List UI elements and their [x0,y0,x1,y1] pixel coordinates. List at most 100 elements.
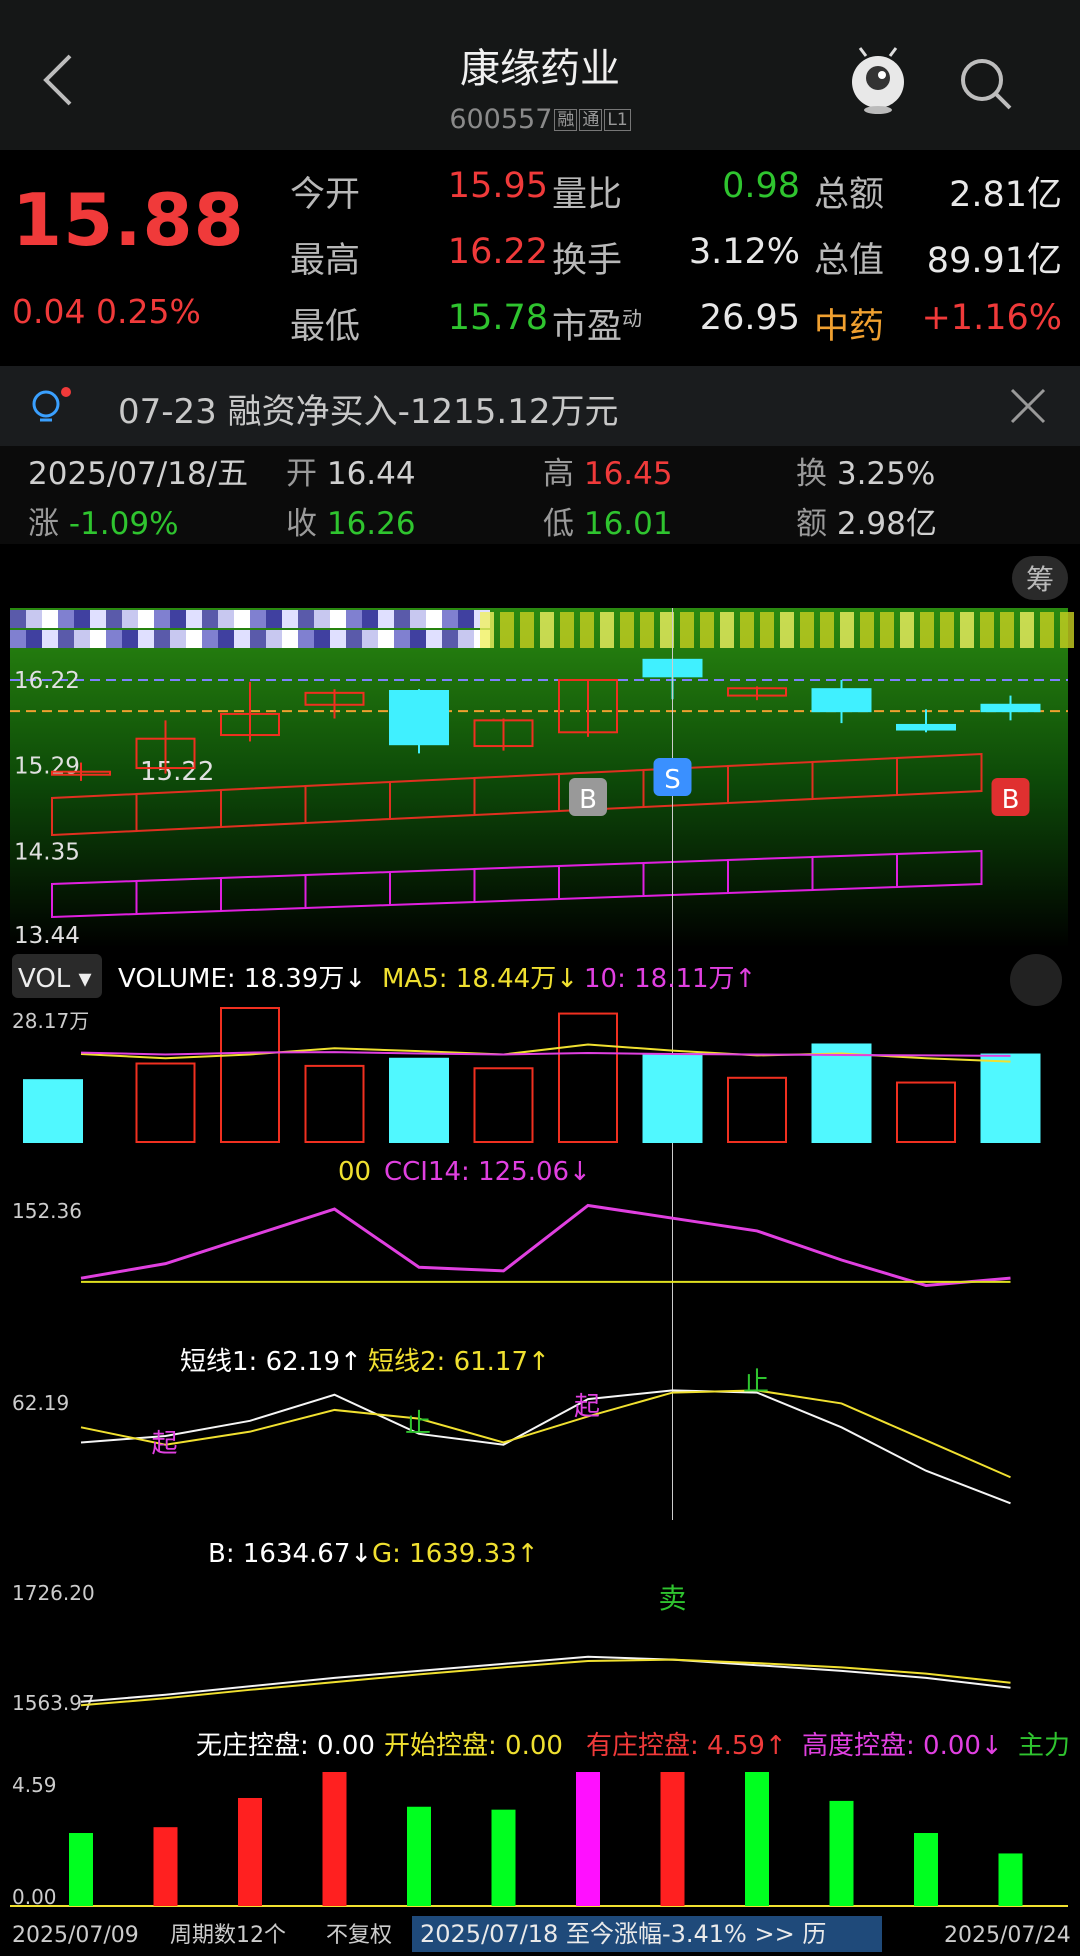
chip-strip-cell [186,630,202,648]
chip-strip-cell [330,610,346,628]
change-amount: 0.04 [12,292,86,331]
stock-code: 600557 [449,104,553,135]
chip-strip-cell [26,630,42,648]
chip-strip-cell [298,630,314,648]
short-line1-value: 短线1: 62.19↑ [180,1347,362,1377]
no-control-value: 无庄控盘: 0.00 [196,1731,375,1761]
chip-strip-cell [122,610,138,628]
page-title: 康缘药业 [460,46,620,92]
chip-strip-cell [58,610,74,628]
volume-bar [642,1052,703,1143]
day-change: 涨 -1.09% [28,506,179,542]
chip-strip-cell [346,630,362,648]
chip-strip-cell [960,612,974,648]
chip-strip-cell [218,630,234,648]
close-icon[interactable] [1008,386,1048,426]
chip-strip-cell [500,612,514,648]
day-close: 收 16.26 [286,506,416,542]
volume-bar [135,1062,196,1143]
chip-strip-cell [90,630,106,648]
chip-strip-cell [480,612,494,648]
chip-strip-cell [202,630,218,648]
search-icon[interactable] [956,54,1016,114]
robot-assistant-icon[interactable] [846,46,910,118]
chip-strip-cell [660,612,674,648]
volume-bar [980,1053,1041,1144]
signal-annotation: 止 [405,1409,431,1439]
chip-strip-cell [378,610,394,628]
connect-tag: 通 [579,109,603,131]
kline-chart-area[interactable]: 16.2215.2914.3513.4415.22BSB筹 VOL ▾ VOLUM… [0,544,1080,1956]
chip-strip-cell [1040,612,1054,648]
chip-strip-cell [840,612,854,648]
chip-strip-cell [378,630,394,648]
chip-strip-cell [266,630,282,648]
signal-annotation: 起 [152,1429,178,1459]
chip-strip-cell [42,630,58,648]
volume-axis-max: 28.17万 [12,1009,89,1033]
control-bar [238,1797,262,1906]
chip-strip-cell [940,612,954,648]
chip-strip-cell [980,612,994,648]
ma10-value: 10: 18.11万↑ [584,964,756,994]
chip-strip-cell [580,612,594,648]
price-axis-label: 13.44 [14,923,80,949]
control-bar [998,1853,1023,1906]
quote-value: 15.95 [447,166,548,206]
chip-strip-cell [820,612,834,648]
candlestick [389,690,449,746]
chip-strip-cell [394,630,410,648]
control-bar [914,1833,938,1906]
quote-value: 3.12% [688,232,800,272]
chip-strip-cell [234,610,250,628]
chip-strip-cell [346,610,362,628]
chip-strip-cell [266,610,282,628]
day-open: 开 16.44 [286,456,416,492]
footer-periods: 周期数12个 [170,1923,286,1948]
candlestick [980,703,1041,713]
control-bar [660,1772,685,1906]
chip-strip-cell [620,612,634,648]
chip-strip-cell [540,612,554,648]
chip-strip-cell [10,630,26,648]
high-control-value: 高度控盘: 0.00↓ [802,1731,1003,1761]
chip-button-label: 筹 [1026,563,1054,596]
short-line2-value: 短线2: 61.17↑ [368,1347,550,1377]
chip-strip-cell [740,612,754,648]
lightbulb-icon [32,387,71,422]
chip-strip-cell [410,610,426,628]
control-bar [153,1827,178,1906]
sell-annotation: 卖 [659,1582,687,1615]
chip-strip-cell [106,610,122,628]
cci14-value: CCI14: 125.06↓ [384,1157,591,1187]
quote-value: +1.16% [921,298,1062,338]
chip-strip-cell [90,610,106,628]
control-bar [322,1772,347,1906]
quote-value: 0.98 [722,166,800,206]
expand-icon [1010,954,1062,1006]
g-line [80,1658,1011,1707]
price-axis-label: 16.22 [14,668,80,694]
margin-tag: 融 [554,109,578,131]
bg-axis-max: 1726.20 [12,1581,95,1605]
bs-marker-text: B [579,785,597,815]
cci-param: 00 [338,1157,371,1187]
last-price: 15.88 [12,178,245,262]
chip-strip-cell [138,610,154,628]
chip-strip-cell [800,612,814,648]
control-bar [491,1809,516,1906]
chip-strip-cell [106,630,122,648]
volume-value: VOLUME: 18.39万↓ [118,964,366,994]
bs-marker-text: B [1002,785,1020,815]
main-force-label: 主力 [1018,1731,1070,1761]
chip-strip-cell [720,612,734,648]
chip-strip-cell [920,612,934,648]
chip-strip-cell [314,610,330,628]
chip-strip-cell [154,610,170,628]
candlestick [811,688,872,713]
volume-bar [811,1043,872,1143]
chip-strip-cell [442,610,458,628]
signal-annotation: 止 [743,1368,769,1398]
low-price-label: 15.22 [140,757,214,787]
short-axis-max: 62.19 [12,1391,69,1415]
